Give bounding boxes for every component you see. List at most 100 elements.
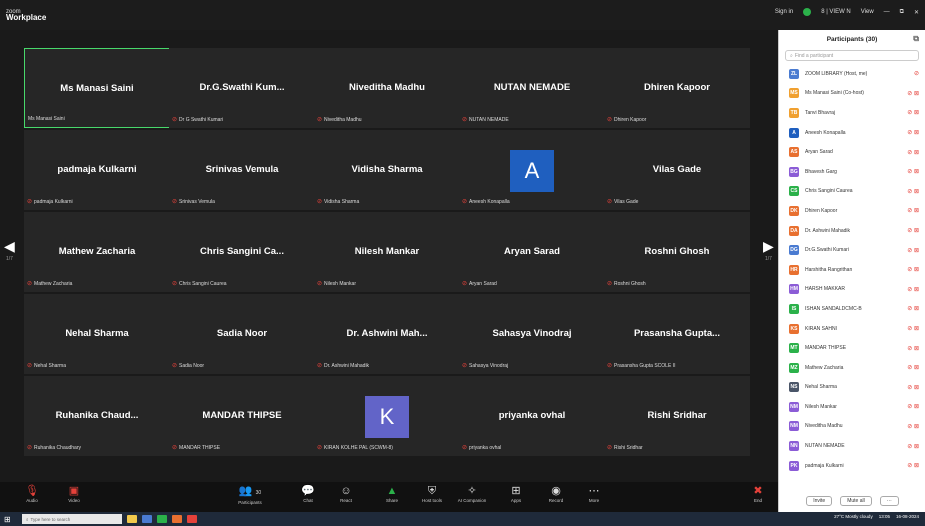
participant-tile[interactable]: K ⊘ KIRAN KOLHE PAL (SCWM-8) — [314, 376, 460, 456]
participant-tile[interactable]: Dhiren Kapoor ⊘ Dhiren Kapoor — [604, 48, 750, 128]
more-button[interactable]: ⋯ More — [576, 485, 612, 503]
participant-initials-avatar: ZL — [789, 68, 799, 79]
participant-label: Ms Manasi Saini — [28, 116, 65, 122]
participant-list-item[interactable]: A Aneesh Konapalla ⊘ ⊠ — [779, 123, 925, 143]
participant-name: Nehal Sharma — [65, 328, 129, 339]
page-indicator-left: 1/7 — [6, 256, 13, 262]
maximize-icon[interactable]: ⧉ — [900, 9, 904, 16]
participant-tile[interactable]: Nilesh Mankar ⊘ Nilesh Mankar — [314, 212, 460, 292]
participant-tile[interactable]: Vilas Gade ⊘ Vilas Gade — [604, 130, 750, 210]
signin-link[interactable]: Sign in — [775, 9, 793, 15]
chrome-app-icon[interactable] — [157, 515, 167, 523]
record-button[interactable]: ◉ Record — [538, 485, 574, 503]
participant-tile[interactable]: Sadia Noor ⊘ Sadia Noor — [169, 294, 315, 374]
app-icon[interactable] — [187, 515, 197, 523]
participant-list-name: ISHAN SANDALDCMC-B — [805, 305, 862, 312]
mic-video-status-icon: ⊘ ⊠ — [907, 404, 919, 411]
participant-tile[interactable]: priyanka ovhal ⊘ priyanka ovhal — [459, 376, 605, 456]
weather-text[interactable]: 27°C Mostly cloudy — [834, 514, 873, 519]
participant-tile[interactable]: Prasansha Gupta... ⊘ Prasansha Gupta SCOLE… — [604, 294, 750, 374]
participants-button[interactable]: 👥 30 Participants — [232, 485, 268, 505]
chat-button[interactable]: 💬 Chat — [290, 485, 326, 503]
participant-list-item[interactable]: NN NUTAN NEMADE ⊘ ⊠ — [779, 436, 925, 456]
end-button[interactable]: ✖ End — [740, 485, 776, 503]
date-text[interactable]: 16-08-2024 — [896, 514, 919, 519]
mute-all-button[interactable]: Mute all — [840, 496, 872, 506]
search-placeholder: Find a participant — [794, 52, 834, 59]
participant-name: Aryan Sarad — [504, 246, 560, 257]
participant-tile[interactable]: Dr. Ashwini Mah... ⊘ Dr. Ashwini Mahadik — [314, 294, 460, 374]
participant-initials-avatar: NS — [789, 382, 799, 393]
next-page-icon[interactable]: ▶ — [763, 238, 774, 255]
participant-name: Sahasya Vinodraj — [492, 328, 572, 339]
participant-tile[interactable]: Mathew Zacharia ⊘ Mathew Zacharia — [24, 212, 170, 292]
participant-list-item[interactable]: TB Tanvi Bhavraj ⊘ ⊠ — [779, 103, 925, 123]
host-tools-button[interactable]: ⛨ Host tools — [414, 485, 450, 503]
participant-tile[interactable]: Aryan Sarad ⊘ Aryan Sarad — [459, 212, 605, 292]
participant-list-item[interactable]: DK Dhiren Kapoor ⊘ ⊠ — [779, 201, 925, 221]
participant-list-item[interactable]: AS Aryan Sarad ⊘ ⊠ — [779, 142, 925, 162]
participant-tile[interactable]: padmaja Kulkarni ⊘ padmaja Kulkarni — [24, 130, 170, 210]
participant-list-item[interactable]: NM Nilesh Mankar ⊘ ⊠ — [779, 397, 925, 417]
explorer-app-icon[interactable] — [127, 515, 137, 523]
invite-button[interactable]: Invite — [806, 496, 833, 506]
apps-button[interactable]: ⊞ Apps — [498, 485, 534, 503]
participant-list-item[interactable]: NM Niveditha Madhu ⊘ ⊠ — [779, 417, 925, 437]
participant-list-item[interactable]: ZL ZOOM LIBRARY (Host, me) ⊘ — [779, 64, 925, 84]
more-options-button[interactable]: ··· — [879, 496, 899, 506]
participant-tile[interactable]: Dr.G.Swathi Kum... ⊘ Dr G Swathi Kumari — [169, 48, 315, 128]
participant-list-item[interactable]: DA Dr. Ashwini Mahadik ⊘ ⊠ — [779, 221, 925, 241]
participant-list-item[interactable]: HR Harshitha Rangrithan ⊘ ⊠ — [779, 260, 925, 280]
participant-tile[interactable]: Ruhanika Chaud... ⊘ Ruhanika Chaudhary — [24, 376, 170, 456]
participant-label: ⊘ Rishi Sridhar — [607, 444, 643, 452]
participant-list-item[interactable]: MZ Mathew Zacharia ⊘ ⊠ — [779, 358, 925, 378]
participant-tile[interactable]: Sahasya Vinodraj ⊘ Sahasya Vinodraj — [459, 294, 605, 374]
prev-page-icon[interactable]: ◀ — [4, 238, 15, 255]
participant-list-item[interactable]: PK padmaja Kulkarni ⊘ ⊠ — [779, 456, 925, 476]
react-button[interactable]: ☺ React — [328, 485, 364, 503]
audio-button[interactable]: 🎙 Audio — [14, 485, 50, 503]
participant-tile[interactable]: Rishi Sridhar ⊘ Rishi Sridhar — [604, 376, 750, 456]
participant-list-item[interactable]: HM HARSH MAKKAR ⊘ ⊠ — [779, 280, 925, 300]
participant-list-item[interactable]: IS ISHAN SANDALDCMC-B ⊘ ⊠ — [779, 299, 925, 319]
popout-icon[interactable]: ⧉ — [913, 34, 919, 44]
security-shield-icon[interactable] — [803, 8, 812, 16]
minimize-icon[interactable]: — — [884, 9, 890, 15]
participant-search-input[interactable]: ⌕ Find a participant — [785, 50, 919, 61]
participant-list-item[interactable]: KS KIRAN SAHNI ⊘ ⊠ — [779, 319, 925, 339]
participant-name: Prasansha Gupta... — [633, 328, 721, 339]
participant-tile[interactable]: Srinivas Vemula ⊘ Srinivas Vemula — [169, 130, 315, 210]
participant-avatar: K — [365, 396, 409, 438]
participant-tile[interactable]: Ms Manasi Saini Ms Manasi Saini — [24, 48, 170, 128]
taskbar-search-input[interactable]: ⌕ Type here to search — [22, 514, 122, 524]
participant-label: ⊘ Dr. Ashwini Mahadik — [317, 362, 369, 370]
participant-tile[interactable]: A ⊘ Aneesh Konapalla — [459, 130, 605, 210]
share-button[interactable]: ▲ Share — [374, 485, 410, 503]
app-icon[interactable] — [172, 515, 182, 523]
participant-tile[interactable]: Chris Sangini Ca... ⊘ Chris Sangini Caurea — [169, 212, 315, 292]
time-text[interactable]: 13:05 — [879, 514, 890, 519]
participant-list-item[interactable]: MS Ms Manasi Saini (Co-host) ⊘ ⊠ — [779, 84, 925, 104]
participant-list-item[interactable]: BG Bhavesh Garg ⊘ ⊠ — [779, 162, 925, 182]
zoom-app-icon[interactable] — [142, 515, 152, 523]
participant-tile[interactable]: Roshni Ghosh ⊘ Roshni Ghosh — [604, 212, 750, 292]
ai-companion-button[interactable]: ✧ AI Companion — [454, 485, 490, 503]
video-button[interactable]: ▣ Video — [56, 485, 92, 503]
participant-name: Ms Manasi Saini — [60, 83, 134, 94]
close-icon[interactable]: ✕ — [914, 9, 919, 16]
participant-tile[interactable]: Niveditha Madhu ⊘ Niveditha Madhu — [314, 48, 460, 128]
windows-start-icon[interactable]: ⊞ — [4, 515, 16, 524]
participant-list-item[interactable]: DG Dr.G.Swathi Kumari ⊘ ⊠ — [779, 240, 925, 260]
participant-tile[interactable]: Vidisha Sharma ⊘ Vidisha Sharma — [314, 130, 460, 210]
mic-video-status-icon: ⊘ ⊠ — [907, 208, 919, 215]
participant-list-item[interactable]: MT MANDAR THIPSE ⊘ ⊠ — [779, 338, 925, 358]
share-screen-icon: ▲ — [386, 485, 398, 497]
participant-list-item[interactable]: NS Nehal Sharma ⊘ ⊠ — [779, 378, 925, 398]
view-button[interactable]: View — [861, 9, 874, 15]
participant-initials-avatar: HM — [789, 284, 799, 295]
participant-tile[interactable]: Nehal Sharma ⊘ Nehal Sharma — [24, 294, 170, 374]
participant-label-text: Ruhanika Chaudhary — [34, 444, 82, 451]
participant-list-item[interactable]: CS Chris Sangini Caurea ⊘ ⊠ — [779, 182, 925, 202]
participant-tile[interactable]: MANDAR THIPSE ⊘ MANDAR THIPSE — [169, 376, 315, 456]
participant-tile[interactable]: NUTAN NEMADE ⊘ NUTAN NEMADE — [459, 48, 605, 128]
